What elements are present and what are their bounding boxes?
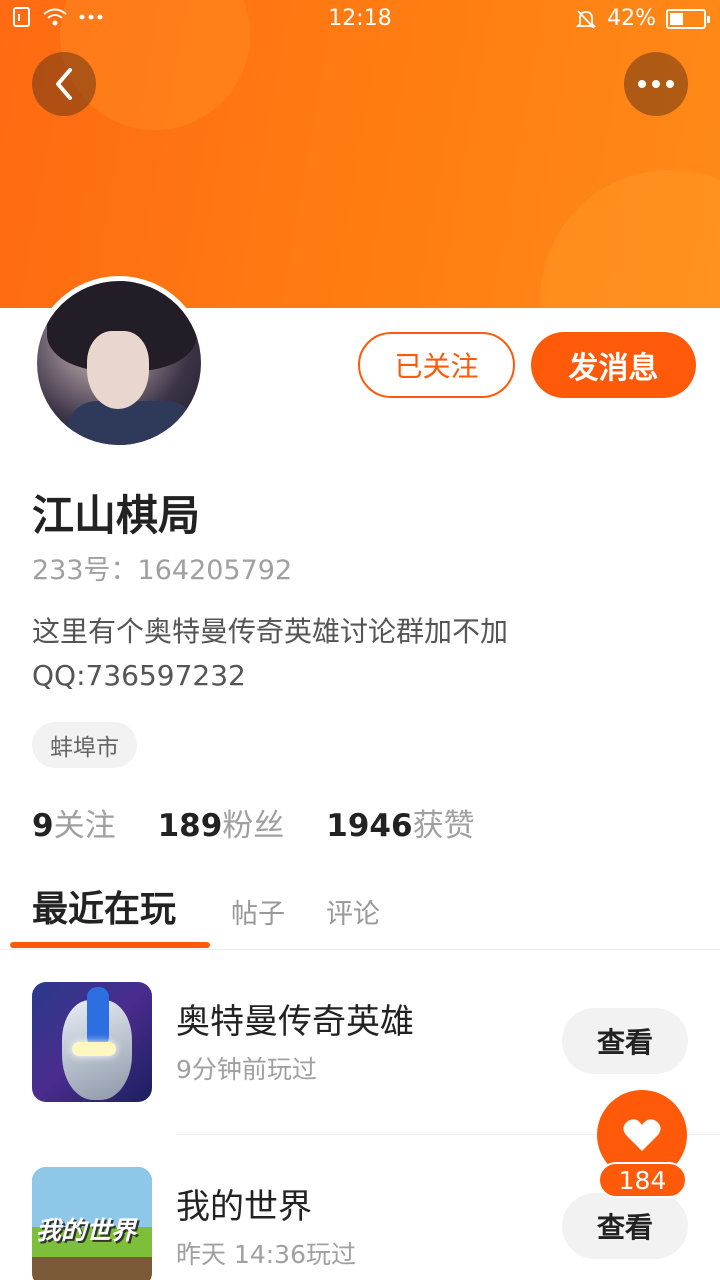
followed-button[interactable]: 已关注: [358, 332, 515, 398]
tab-comments[interactable]: 评论: [326, 892, 380, 931]
profile-stats: 9关注 189粉丝 1946获赞: [32, 800, 475, 845]
last-played-time: 昨天 14:36玩过: [176, 1240, 356, 1269]
mute-bell-icon: [575, 9, 597, 29]
profile-header-background: [0, 0, 720, 308]
more-dots-icon: [638, 80, 674, 88]
stat-number: 189: [157, 808, 223, 844]
bio-line: QQ:736597232: [32, 659, 246, 692]
avatar-image: [37, 281, 201, 445]
minecraft-game-icon: 我的世界: [32, 1167, 152, 1280]
battery-percent: 42%: [607, 6, 656, 31]
stat-label: 关注: [53, 808, 116, 844]
decorative-circle: [540, 170, 720, 308]
tab-indicator: [10, 942, 210, 948]
likes-count: 1946获赞: [326, 800, 474, 845]
view-game-button[interactable]: 查看: [562, 1193, 688, 1259]
ultraman-crest: [87, 987, 109, 1047]
game-title: 奥特曼传奇英雄: [176, 1002, 414, 1042]
stat-label: 获赞: [412, 808, 475, 844]
chevron-left-icon: [56, 68, 72, 100]
user-id: 233号：164205792: [32, 555, 293, 586]
like-count-badge: 184: [598, 1162, 687, 1198]
following-count[interactable]: 9关注: [32, 800, 116, 845]
heart-icon: [623, 1119, 661, 1151]
bio: 这里有个奥特曼传奇英雄讨论群加不加 QQ:736597232: [32, 610, 692, 698]
bio-line: 这里有个奥特曼传奇英雄讨论群加不加: [32, 615, 509, 648]
send-message-button[interactable]: 发消息: [531, 332, 696, 398]
stat-number: 9: [32, 808, 54, 844]
minecraft-logo: 我的世界: [36, 1216, 137, 1245]
stat-label: 粉丝: [222, 808, 285, 844]
avatar-body: [67, 401, 197, 445]
followers-count[interactable]: 189粉丝: [158, 800, 285, 845]
status-bar-right: 42%: [575, 6, 710, 31]
tab-recently-played[interactable]: 最近在玩: [32, 880, 176, 932]
status-bar: 12:18 42%: [0, 0, 720, 40]
ultraman-eye: [72, 1042, 116, 1056]
tab-posts[interactable]: 帖子: [231, 892, 285, 931]
profile-tabs: 最近在玩 帖子 评论: [0, 880, 720, 950]
ultraman-game-icon: [32, 982, 152, 1102]
last-played-time: 9分钟前玩过: [176, 1055, 317, 1084]
view-game-button[interactable]: 查看: [562, 1008, 688, 1074]
stat-number: 1946: [326, 808, 413, 844]
minecraft-dirt: [32, 1257, 152, 1280]
location-tag: 蚌埠市: [32, 722, 137, 768]
avatar[interactable]: [32, 276, 206, 450]
list-item[interactable]: 奥特曼传奇英雄 9分钟前玩过 查看: [0, 950, 720, 1102]
avatar-face: [87, 331, 149, 409]
more-options-button[interactable]: [624, 52, 688, 116]
username: 江山棋局: [32, 491, 201, 540]
battery-level: [670, 12, 684, 25]
game-title: 我的世界: [176, 1187, 312, 1227]
back-button[interactable]: [32, 52, 96, 116]
battery-icon: [666, 8, 710, 29]
